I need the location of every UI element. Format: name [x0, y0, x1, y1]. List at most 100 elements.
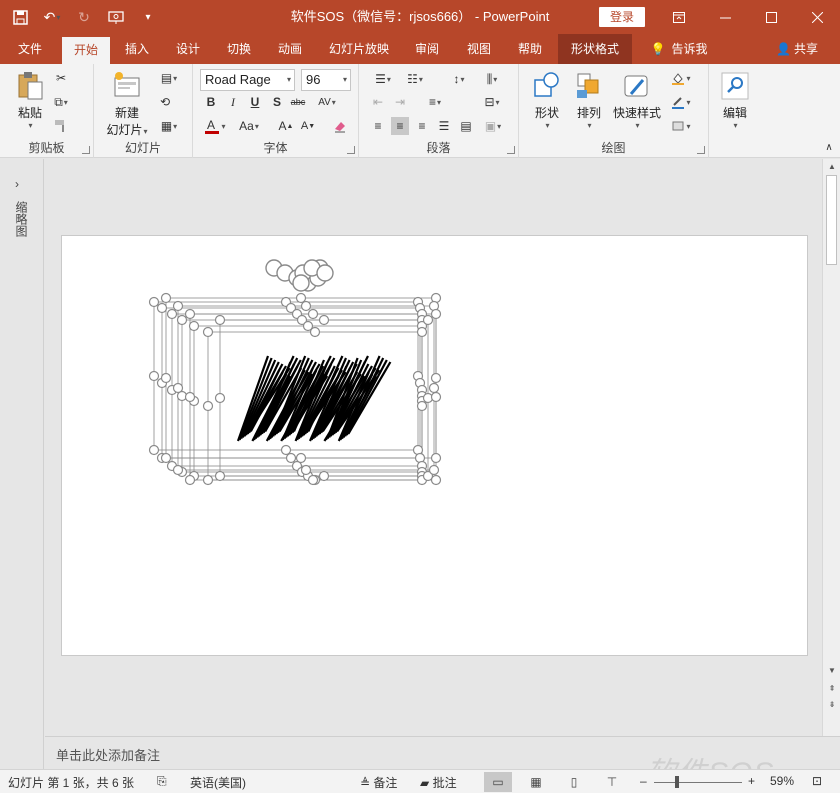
resize-handle[interactable] [430, 474, 442, 486]
save-icon[interactable] [8, 5, 32, 29]
resize-handle[interactable] [416, 400, 428, 412]
share-button[interactable]: 👤 共享 [768, 34, 826, 64]
ribbon-display-options-icon[interactable] [656, 0, 702, 34]
distributed-icon[interactable]: ▤ [457, 117, 475, 135]
numbering-icon[interactable]: ☷ ▾ [401, 70, 429, 88]
resize-handle[interactable] [416, 326, 428, 338]
resize-handle[interactable] [172, 300, 184, 312]
resize-handle[interactable] [184, 308, 196, 320]
normal-view-icon[interactable]: ▭ [484, 772, 512, 792]
slideshow-view-icon[interactable]: ⊤ [598, 772, 626, 792]
font-name-select[interactable]: Road Rage ▾ [200, 69, 295, 91]
reset-icon[interactable]: ⟲ [156, 93, 174, 111]
format-painter-icon[interactable] [52, 117, 70, 135]
language-status[interactable]: 英语(美国) [190, 774, 246, 791]
text-shadow-icon[interactable]: S [268, 93, 286, 111]
tab-review[interactable]: 审阅 [408, 34, 446, 64]
resize-handle[interactable] [309, 326, 321, 338]
drawing-launcher-icon[interactable] [697, 146, 705, 154]
vertical-scrollbar[interactable]: ▲ ▼ ⇞ ⇟ [822, 159, 840, 736]
underline-icon[interactable]: U [246, 93, 264, 111]
login-button[interactable]: 登录 [599, 7, 645, 27]
resize-handle[interactable] [202, 400, 214, 412]
shape-outline-icon[interactable]: ▾ [667, 93, 695, 111]
resize-handle[interactable] [172, 382, 184, 394]
resize-handle[interactable] [295, 452, 307, 464]
rotate-handle[interactable] [292, 274, 310, 292]
selection-frame[interactable] [161, 307, 421, 459]
previous-slide-icon[interactable]: ⇞ [826, 683, 838, 695]
increase-indent-icon[interactable]: ⇥ [391, 93, 409, 111]
bold-icon[interactable]: B [202, 93, 220, 111]
resize-handle[interactable] [422, 314, 434, 326]
justify-icon[interactable]: ☰ [435, 117, 453, 135]
arrange-button[interactable]: 排列 ▾ [569, 70, 609, 130]
resize-handle[interactable] [428, 464, 440, 476]
resize-handle[interactable] [184, 391, 196, 403]
shape-fill-icon[interactable]: ▾ [667, 69, 695, 87]
spellcheck-icon[interactable]: ⎘ [157, 774, 167, 789]
resize-handle[interactable] [430, 452, 442, 464]
bullets-icon[interactable]: ☰ ▾ [369, 70, 397, 88]
tab-insert[interactable]: 插入 [118, 34, 156, 64]
redo-icon[interactable]: ↻ [72, 5, 96, 29]
resize-handle[interactable] [300, 464, 312, 476]
resize-handle[interactable] [214, 314, 226, 326]
layout-icon[interactable]: ▤ ▾ [156, 69, 182, 87]
italic-icon[interactable]: I [224, 93, 242, 111]
resize-handle[interactable] [188, 320, 200, 332]
expand-thumbnails-icon[interactable]: › [15, 177, 19, 191]
tab-file[interactable]: 文件 [8, 34, 52, 64]
slide-content[interactable] [62, 236, 809, 657]
tab-design[interactable]: 设计 [169, 34, 207, 64]
resize-handle[interactable] [160, 452, 172, 464]
font-size-select[interactable]: 96 ▾ [301, 69, 351, 91]
resize-handle[interactable] [318, 314, 330, 326]
next-slide-icon[interactable]: ⇟ [826, 699, 838, 711]
reading-view-icon[interactable]: ▯ [560, 772, 588, 792]
columns-icon[interactable]: ≡ ▾ [421, 93, 449, 111]
resize-handle[interactable] [307, 474, 319, 486]
thumbnail-pane-label[interactable]: 缩略图 [14, 201, 30, 237]
minimize-icon[interactable] [702, 0, 748, 34]
decrease-indent-icon[interactable]: ⇤ [369, 93, 387, 111]
tab-help[interactable]: 帮助 [511, 34, 549, 64]
resize-handle[interactable] [214, 470, 226, 482]
tab-slideshow[interactable]: 幻灯片放映 [322, 34, 396, 64]
resize-handle[interactable] [300, 300, 312, 312]
resize-handle[interactable] [430, 308, 442, 320]
collapse-ribbon-icon[interactable]: ∧ [820, 138, 838, 156]
present-from-start-icon[interactable] [104, 5, 128, 29]
zoom-slider[interactable] [654, 782, 742, 783]
resize-handle[interactable] [156, 302, 168, 314]
resize-handle[interactable] [430, 372, 442, 384]
section-icon[interactable]: ▦ ▾ [156, 117, 182, 135]
resize-handle[interactable] [148, 370, 160, 382]
undo-icon[interactable]: ↶ ▾ [40, 5, 64, 29]
resize-handle[interactable] [214, 392, 226, 404]
comments-toggle[interactable]: ▰ 批注 [420, 774, 457, 791]
resize-handle[interactable] [202, 474, 214, 486]
line-spacing-icon[interactable]: ↕ ▾ [445, 70, 473, 88]
scroll-up-icon[interactable]: ▲ [826, 161, 838, 173]
resize-handle[interactable] [280, 444, 292, 456]
tab-home[interactable]: 开始 [62, 37, 110, 64]
notes-pane[interactable]: 单击此处添加备注 [45, 736, 840, 768]
quick-styles-button[interactable]: 快速样式 ▾ [611, 70, 663, 130]
align-right-icon[interactable]: ≡ [413, 117, 431, 135]
scribble-text[interactable] [236, 355, 392, 442]
clear-formatting-icon[interactable] [331, 117, 349, 135]
resize-handle[interactable] [160, 292, 172, 304]
editing-button[interactable]: 编辑 ▾ [715, 70, 755, 130]
resize-handle[interactable] [428, 382, 440, 394]
tab-shape-format[interactable]: 形状格式 [558, 34, 632, 64]
cut-icon[interactable]: ✂ [52, 69, 70, 87]
change-case-icon[interactable]: Aa ▾ [235, 117, 263, 135]
resize-handle[interactable] [295, 292, 307, 304]
customize-qat-icon[interactable]: ▾ [136, 5, 160, 29]
character-spacing-icon[interactable]: AV ▾ [313, 93, 341, 111]
resize-handle[interactable] [307, 308, 319, 320]
zoom-out-icon[interactable]: – [640, 774, 647, 788]
clipboard-launcher-icon[interactable] [82, 146, 90, 154]
resize-handle[interactable] [318, 470, 330, 482]
